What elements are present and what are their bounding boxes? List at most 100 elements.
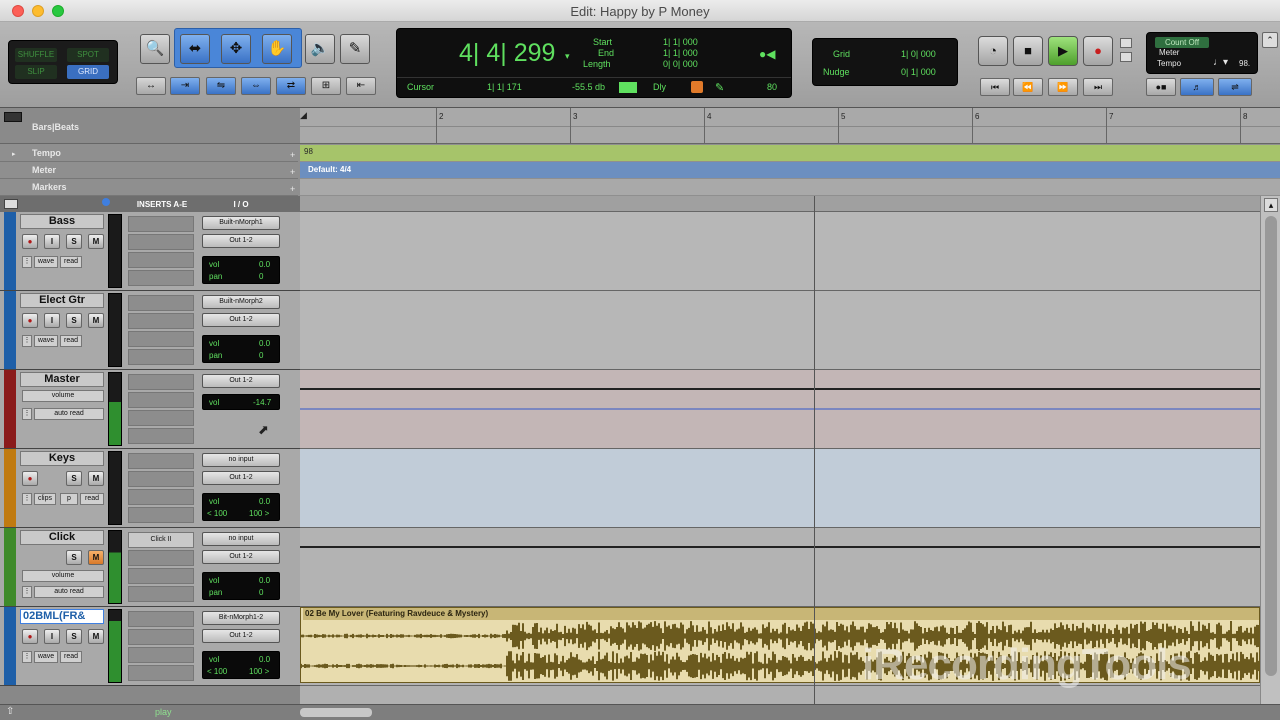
insert-slot[interactable] (128, 374, 194, 390)
insert-slot[interactable] (128, 550, 194, 566)
track-02bml[interactable]: 02BML(FR& ● I S M ⋮ wave read Bit-nMorph… (0, 607, 300, 686)
track-elect-gtr[interactable]: Elect Gtr ● I S M ⋮ wave read Built-nMor… (0, 291, 300, 370)
lane-keys[interactable] (300, 449, 1260, 528)
patch-selector[interactable]: p (60, 493, 78, 505)
lane-click[interactable] (300, 528, 1260, 607)
grid-mode-button[interactable]: GRID (67, 65, 109, 79)
playhead-marker-icon[interactable]: ◢ (300, 110, 307, 121)
selector-tool-icon[interactable]: ✥ (221, 34, 251, 64)
automation-line[interactable] (300, 388, 1260, 390)
wait-for-note-icon[interactable]: ●■ (1146, 78, 1176, 96)
loop-toggle-button[interactable] (1120, 38, 1132, 48)
io-column-header[interactable]: I / O (202, 198, 280, 212)
markers-ruler[interactable] (300, 179, 1280, 195)
track-view-icon[interactable]: ⋮ (22, 256, 32, 268)
nudge-value[interactable]: 0| 1| 000 (901, 67, 936, 77)
insert-click-plugin[interactable]: Click II (128, 532, 194, 548)
track-view-selector[interactable]: wave (34, 335, 58, 347)
grid-value[interactable]: 1| 0| 000 (901, 49, 936, 59)
insert-slot[interactable] (128, 313, 194, 329)
spot-mode-button[interactable]: SPOT (67, 48, 109, 62)
solo-button[interactable]: S (66, 629, 82, 644)
record-enable-button[interactable]: ● (22, 471, 38, 486)
vol-value[interactable]: 0.0 (259, 497, 270, 506)
conductor-icon[interactable]: ⇌ (1218, 78, 1252, 96)
vol-value[interactable]: 0.0 (259, 339, 270, 348)
vol-display[interactable]: vol -14.7 (202, 394, 280, 410)
toolbar-expand-icon[interactable]: ⌃ (1262, 32, 1278, 48)
track-name[interactable]: Click (20, 530, 104, 545)
insert-slot[interactable] (128, 392, 194, 408)
input-selector[interactable]: no input (202, 532, 280, 546)
insert-slot[interactable] (128, 349, 194, 365)
track-view-icon[interactable]: ⋮ (22, 493, 32, 505)
track-selector-icon[interactable] (102, 198, 110, 206)
solo-button[interactable]: S (66, 313, 82, 328)
track-view-icon[interactable]: ⋮ (22, 408, 32, 420)
add-meter-icon[interactable]: + (290, 167, 295, 177)
output-selector[interactable]: Out 1-2 (202, 234, 280, 248)
track-view-selector[interactable]: clips (34, 493, 56, 505)
record-enable-button[interactable]: ● (22, 234, 38, 249)
click-automation-line[interactable] (300, 546, 1260, 548)
mute-button[interactable]: M (88, 234, 104, 249)
output-selector[interactable]: Out 1-2 (202, 374, 280, 388)
pencil-tool-icon[interactable]: ✎ (340, 34, 370, 64)
track-bass[interactable]: Bass ● I S M ⋮ wave read Built-nMorph1 O… (0, 212, 300, 291)
insert-slot[interactable] (128, 295, 194, 311)
output-selector[interactable]: Out 1-2 (202, 629, 280, 643)
pan-value[interactable]: 0 (259, 272, 263, 281)
pan-value[interactable]: 0 (259, 588, 263, 597)
nudge-label[interactable]: Nudge (823, 67, 850, 77)
automation-mode-selector[interactable]: read (80, 493, 104, 505)
main-counter[interactable]: 4| 4| 299 (459, 39, 555, 68)
pan-right-value[interactable]: 100 > (249, 667, 269, 676)
zoom-tool-icon[interactable]: 🔍 (140, 34, 170, 64)
pan-right-value[interactable]: 100 > (249, 509, 269, 518)
track-view-selector[interactable]: wave (34, 256, 58, 268)
input-selector[interactable]: Built-nMorph1 (202, 216, 280, 230)
vol-value[interactable]: 0.0 (259, 655, 270, 664)
insert-slot[interactable] (128, 270, 194, 286)
track-view-icon[interactable]: ⋮ (22, 586, 32, 598)
insert-slot[interactable] (128, 568, 194, 584)
automation-mode-selector[interactable]: read (60, 335, 82, 347)
input-monitor-button[interactable]: I (44, 234, 60, 249)
track-view-icon[interactable]: ⋮ (22, 651, 32, 663)
nudge-grid-icon[interactable] (619, 82, 637, 93)
vol-value[interactable]: 0.0 (259, 260, 270, 269)
start-value[interactable]: 1| 1| 000 (663, 37, 698, 47)
keyboard-focus-icon[interactable]: ⊞ (311, 77, 341, 95)
add-tempo-icon[interactable]: + (290, 150, 295, 160)
status-icon[interactable]: ⇧ (6, 706, 14, 717)
scrubber-tool-icon[interactable]: 🔈 (305, 34, 335, 64)
link-track-icon[interactable]: ⇔ (241, 77, 271, 95)
pan-left-value[interactable]: < 100 (207, 667, 227, 676)
record-enable-button[interactable]: ● (22, 313, 38, 328)
track-keys[interactable]: Keys ● S M ⋮ clips p read no input Out 1… (0, 449, 300, 528)
track-view-icon[interactable]: ⋮ (22, 335, 32, 347)
insert-slot[interactable] (128, 665, 194, 681)
midi-merge-icon[interactable]: ♬ (1180, 78, 1214, 96)
rewind-icon[interactable]: ⏪ (1013, 78, 1043, 96)
input-selector[interactable]: Bit-nMorph1-2 (202, 611, 280, 625)
track-view-selector[interactable]: volume (22, 390, 104, 402)
scroll-thumb[interactable] (1265, 216, 1277, 676)
insert-slot[interactable] (128, 216, 194, 232)
output-selector[interactable]: Out 1-2 (202, 550, 280, 564)
track-name[interactable]: Master (20, 372, 104, 387)
track-options-icon[interactable] (4, 199, 18, 209)
output-selector[interactable]: Out 1-2 (202, 471, 280, 485)
length-value[interactable]: 0| 0| 000 (663, 59, 698, 69)
vertical-scrollbar[interactable]: ▴ (1260, 196, 1280, 704)
track-name[interactable]: Keys (20, 451, 104, 466)
record-enable-button[interactable]: ● (22, 629, 38, 644)
insert-slot[interactable] (128, 428, 194, 444)
vol-pan-display[interactable]: vol 0.0 pan 0 (202, 572, 280, 600)
tempo-marker[interactable]: 98 (304, 147, 313, 156)
quickpunch-toggle-button[interactable] (1120, 52, 1132, 62)
fast-forward-icon[interactable]: ⏩ (1048, 78, 1078, 96)
record-mode-icon[interactable] (691, 81, 703, 93)
end-value[interactable]: 1| 1| 000 (663, 48, 698, 58)
automation-mode-selector[interactable]: read (60, 651, 82, 663)
